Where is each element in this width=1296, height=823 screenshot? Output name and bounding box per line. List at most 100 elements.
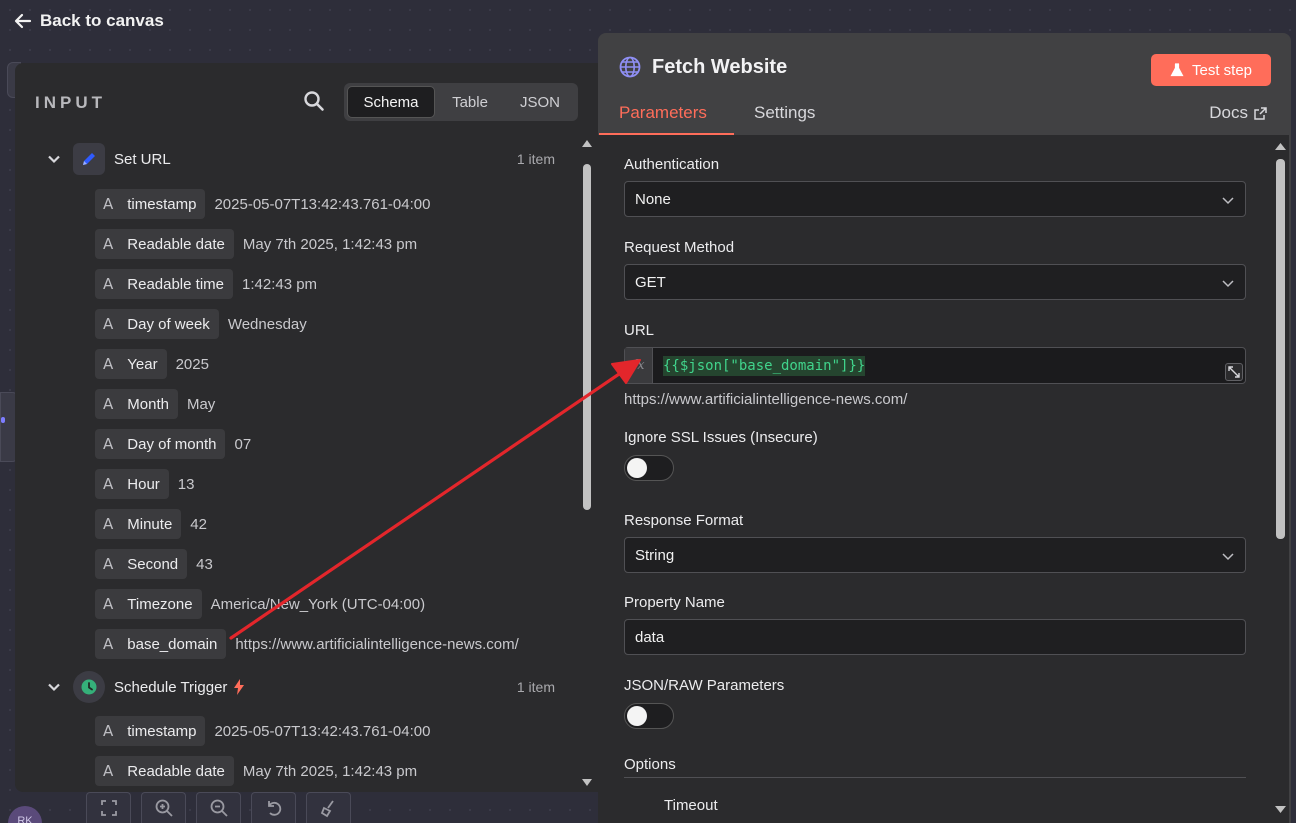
zoom-out-icon — [210, 799, 228, 817]
item-count: 1 item — [516, 679, 555, 695]
node-header-set-url[interactable]: Set URL 1 item — [15, 141, 575, 177]
string-type-icon: A — [103, 435, 114, 453]
test-step-button[interactable]: Test step — [1151, 54, 1271, 86]
fit-view-icon — [100, 800, 117, 816]
node-header-schedule-trigger[interactable]: Schedule Trigger 1 item — [15, 669, 575, 705]
tab-schema[interactable]: Schema — [347, 86, 435, 118]
property-name-input[interactable]: data — [624, 619, 1246, 655]
zoom-in-icon — [155, 799, 173, 817]
url-expression[interactable]: {{$json["base_domain"]}} — [653, 348, 866, 383]
chevron-down-icon — [1222, 553, 1234, 561]
test-step-label: Test step — [1191, 61, 1253, 79]
back-to-canvas-link[interactable]: Back to canvas — [14, 10, 164, 32]
schema-field[interactable]: A Minute 42 — [95, 509, 207, 539]
request-method-value: GET — [635, 273, 666, 291]
schema-field[interactable]: A Timezone America/New_York (UTC-04:00) — [95, 589, 425, 619]
schema-field[interactable]: A Hour 13 — [95, 469, 194, 499]
canvas-zoom-toolbar — [86, 792, 361, 823]
response-format-select[interactable]: String — [624, 537, 1246, 573]
field-value: 07 — [234, 435, 252, 453]
string-type-icon: A — [103, 235, 114, 253]
string-type-icon: A — [103, 275, 114, 293]
schema-field[interactable]: A Readable time 1:42:43 pm — [95, 269, 317, 299]
field-key: Minute — [127, 515, 173, 533]
field-value: 2025-05-07T13:42:43.761-04:00 — [214, 195, 431, 213]
schema-field[interactable]: A Year 2025 — [95, 349, 209, 379]
json-raw-toggle[interactable] — [624, 703, 674, 729]
fx-badge: fx — [625, 348, 653, 383]
string-type-icon: A — [103, 722, 114, 740]
view-mode-switch: Schema Table JSON — [344, 83, 578, 121]
options-divider — [624, 777, 1246, 778]
tab-table[interactable]: Table — [435, 86, 505, 118]
authentication-label: Authentication — [624, 156, 720, 173]
property-name-value: data — [635, 628, 665, 646]
reset-zoom-button[interactable] — [251, 792, 296, 823]
zoom-out-button[interactable] — [196, 792, 241, 823]
schema-field-base-domain[interactable]: Abase_domain https://www.artificialintell… — [95, 629, 519, 659]
parameters-form: Authentication None Request Method GET U… — [598, 135, 1272, 823]
json-raw-label: JSON/RAW Parameters — [624, 677, 785, 694]
string-type-icon: A — [103, 555, 114, 573]
toggle-knob — [627, 706, 647, 726]
parameters-scrollbar[interactable] — [1272, 135, 1289, 823]
node-name: Schedule Trigger — [114, 678, 245, 696]
field-value: America/New_York (UTC-04:00) — [210, 595, 426, 613]
scroll-down-icon[interactable] — [581, 778, 593, 788]
field-value: 43 — [196, 555, 213, 573]
field-key: timestamp — [127, 195, 197, 213]
schema-field[interactable]: A Readable date May 7th 2025, 1:42:43 pm — [95, 229, 417, 259]
globe-icon — [619, 56, 641, 78]
field-key: Timezone — [127, 595, 193, 613]
scroll-down-icon[interactable] — [1274, 805, 1287, 815]
url-expression-input[interactable]: fx {{$json["base_domain"]}} — [624, 347, 1246, 384]
tidy-up-button[interactable] — [306, 792, 351, 823]
tab-parameters[interactable]: Parameters — [619, 103, 707, 123]
node-title[interactable]: Fetch Website — [652, 56, 787, 79]
field-value: 1:42:43 pm — [242, 275, 318, 293]
request-method-select[interactable]: GET — [624, 264, 1246, 300]
schema-field[interactable]: A Month May — [95, 389, 215, 419]
tab-json[interactable]: JSON — [505, 86, 575, 118]
schema-field[interactable]: A Day of month 07 — [95, 429, 251, 459]
authentication-select[interactable]: None — [624, 181, 1246, 217]
schema-field[interactable]: A Day of week Wednesday — [95, 309, 307, 339]
scroll-up-icon[interactable] — [1274, 141, 1287, 151]
broom-icon — [320, 800, 334, 818]
scrollbar-thumb[interactable] — [1276, 159, 1285, 539]
scroll-up-icon[interactable] — [581, 138, 593, 148]
ignore-ssl-toggle[interactable] — [624, 455, 674, 481]
schema-field[interactable]: A Second 43 — [95, 549, 213, 579]
node-tabs: Parameters Settings Docs — [598, 95, 1291, 135]
schema-field[interactable]: Atimestamp 2025-05-07T13:42:43.761-04:00 — [95, 189, 430, 219]
zoom-in-button[interactable] — [141, 792, 186, 823]
chevron-down-icon[interactable] — [47, 680, 61, 694]
field-key: Readable date — [127, 235, 225, 253]
avatar[interactable]: RK — [8, 806, 42, 823]
tab-settings[interactable]: Settings — [754, 103, 815, 123]
expand-expression-button[interactable] — [1225, 363, 1243, 381]
fit-view-button[interactable] — [86, 792, 131, 823]
field-value: 2025 — [175, 355, 209, 373]
search-button[interactable] — [303, 90, 327, 114]
schema-field[interactable]: A Readable date May 7th 2025, 1:42:43 pm — [95, 756, 417, 786]
field-value: 2025-05-07T13:42:43.761-04:00 — [214, 722, 431, 740]
string-type-icon: A — [103, 475, 114, 493]
field-value: 13 — [177, 475, 195, 493]
field-key: Hour — [127, 475, 160, 493]
field-key: Year — [127, 355, 158, 373]
field-key: Second — [127, 555, 179, 573]
response-format-label: Response Format — [624, 512, 744, 529]
scrollbar-thumb[interactable] — [583, 164, 591, 510]
node-name: Set URL — [114, 150, 171, 168]
string-type-icon: A — [103, 515, 114, 533]
chevron-down-icon[interactable] — [47, 152, 61, 166]
field-key: Day of month — [127, 435, 217, 453]
docs-link[interactable]: Docs — [1209, 103, 1267, 123]
input-scrollbar[interactable] — [580, 136, 594, 792]
timeout-option-label: Timeout — [664, 797, 718, 814]
string-type-icon: A — [103, 315, 114, 333]
field-value: https://www.artificialintelligence-news.… — [235, 635, 519, 653]
schema-field[interactable]: Atimestamp 2025-05-07T13:42:43.761-04:00 — [95, 716, 430, 746]
node-name-text: Schedule Trigger — [114, 678, 228, 696]
